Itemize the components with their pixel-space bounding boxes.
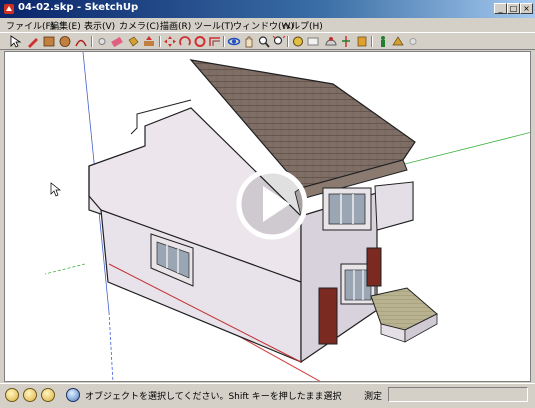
walk-tool-icon[interactable] — [376, 35, 390, 48]
toolbar-separator — [371, 36, 373, 47]
help-icon[interactable] — [66, 388, 80, 402]
side-door[interactable] — [366, 247, 382, 287]
pan-tool-icon[interactable] — [242, 35, 256, 48]
close-button[interactable]: × — [520, 3, 533, 14]
tape-measure-tool-icon[interactable] — [291, 35, 305, 48]
toolbar-separator — [91, 36, 93, 47]
follow-me-tool-icon[interactable] — [193, 35, 207, 48]
arc-tool-icon[interactable] — [74, 35, 88, 48]
paint-bucket-tool-icon[interactable] — [126, 35, 140, 48]
zoom-extents-tool-icon[interactable] — [272, 35, 286, 48]
user-icon[interactable] — [41, 388, 55, 402]
upper-right-window-glass — [328, 193, 366, 225]
push-pull-tool-icon[interactable] — [142, 35, 156, 48]
position-camera-tool-icon[interactable] — [391, 35, 405, 48]
component-tool-icon[interactable] — [95, 35, 109, 48]
title-bar[interactable]: 04-02.skp - SketchUp _ □ × — [0, 0, 535, 18]
toolbar-separator — [287, 36, 289, 47]
window-title: 04-02.skp - SketchUp — [18, 2, 139, 13]
menu-tools[interactable]: ツール(T) — [194, 19, 234, 32]
blue-axis-dashed — [108, 311, 114, 381]
section-plane-tool-icon[interactable] — [355, 35, 369, 48]
menu-bar: ファイル(F) 編集(E) 表示(V) カメラ(C) 描画(R) ツール(T) … — [0, 18, 535, 32]
dimension-tool-icon[interactable] — [306, 35, 320, 48]
toolbar-separator — [159, 36, 161, 47]
minimize-button[interactable]: _ — [494, 3, 507, 14]
menu-file[interactable]: ファイル(F) — [6, 19, 54, 32]
protractor-tool-icon[interactable] — [324, 35, 338, 48]
offset-tool-icon[interactable] — [208, 35, 222, 48]
status-hint-text: オブジェクトを選択してください。Shift キーを押したまま選択 — [85, 392, 342, 402]
menu-help[interactable]: ヘルプ(H) — [282, 19, 323, 32]
green-axis-dashed — [44, 263, 86, 275]
rectangle-tool-icon[interactable] — [42, 35, 56, 48]
sketchup-app-icon — [4, 4, 14, 14]
pencil-tool-icon[interactable] — [26, 35, 40, 48]
credits-icon[interactable] — [23, 388, 37, 402]
sketchup-window: 04-02.skp - SketchUp _ □ × ファイル(F) 編集(E)… — [0, 0, 535, 408]
zoom-tool-icon[interactable] — [257, 35, 271, 48]
menu-edit[interactable]: 編集(E) — [50, 19, 81, 32]
rotate-tool-icon[interactable] — [178, 35, 192, 48]
menu-view[interactable]: 表示(V) — [84, 19, 115, 32]
drawing-viewport[interactable] — [4, 51, 531, 382]
measurements-label: 測定 — [364, 392, 383, 402]
main-toolbar — [0, 32, 535, 50]
status-bar: オブジェクトを選択してください。Shift キーを押したまま選択 測定 — [0, 383, 535, 408]
front-door[interactable] — [318, 287, 338, 345]
mouse-cursor-icon — [50, 182, 62, 197]
play-button-icon[interactable] — [234, 166, 310, 242]
menu-camera[interactable]: カメラ(C) — [119, 19, 159, 32]
move-tool-icon[interactable] — [163, 35, 177, 48]
maximize-button[interactable]: □ — [507, 3, 520, 14]
balcony — [374, 181, 414, 231]
circle-tool-icon[interactable] — [58, 35, 72, 48]
text-tool-icon[interactable] — [339, 35, 353, 48]
eraser-tool-icon[interactable] — [110, 35, 124, 48]
menu-draw[interactable]: 描画(R) — [160, 19, 191, 32]
orbit-tool-icon[interactable] — [227, 35, 241, 48]
select-tool-icon[interactable] — [8, 35, 22, 48]
toolbar-separator — [223, 36, 225, 47]
look-around-tool-icon[interactable] — [406, 35, 420, 48]
measurements-input[interactable] — [388, 387, 528, 402]
geo-location-icon[interactable] — [5, 388, 19, 402]
